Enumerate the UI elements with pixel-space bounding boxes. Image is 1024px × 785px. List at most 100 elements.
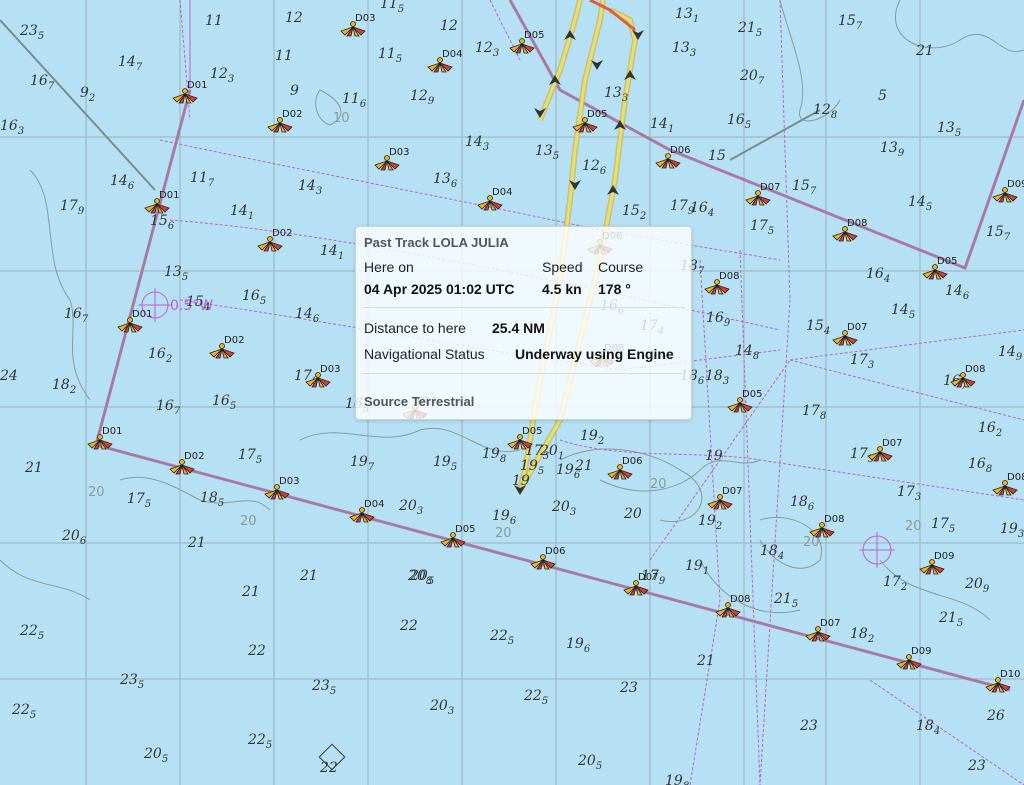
buoy-label: D05 xyxy=(522,426,542,437)
depth-sounding: 11 xyxy=(205,13,223,29)
depth-sounding: 198 xyxy=(665,773,689,785)
buoy-icon[interactable]: D04 xyxy=(427,49,462,73)
depth-sounding: 165 xyxy=(242,288,266,307)
buoy-icon[interactable]: D05 xyxy=(922,256,957,280)
buoy-label: D05 xyxy=(455,524,475,535)
buoy-label: D02 xyxy=(272,228,292,239)
buoy-icon[interactable]: D03 xyxy=(374,147,409,171)
depth-sounding: 135 xyxy=(164,264,188,283)
depth-sounding: 21 xyxy=(915,43,934,59)
depth-sounding: 207 xyxy=(739,68,765,87)
buoy-icon[interactable]: D08 xyxy=(704,271,739,295)
buoy-icon[interactable]: D05 xyxy=(509,30,544,54)
buoy-label: D06 xyxy=(670,145,690,156)
buoy-label: D03 xyxy=(389,147,409,158)
distance-value: 25.4 NM xyxy=(492,320,545,336)
depth-sounding: 175 xyxy=(750,218,774,237)
buoy-icon[interactable]: D07 xyxy=(867,438,902,462)
depth-sounding: 196 xyxy=(492,508,517,527)
distance-label: Distance to here xyxy=(364,320,466,336)
popup-title: Past Track LOLA JULIA xyxy=(364,235,509,250)
buoy-icon[interactable]: D09 xyxy=(992,179,1024,203)
contour-label: 10 xyxy=(333,111,350,126)
depth-sounding: 5 xyxy=(878,88,887,104)
depth-sounding: 178 xyxy=(802,403,826,422)
buoy-label: D02 xyxy=(184,451,204,462)
depth-sounding: 165 xyxy=(212,393,236,412)
buoy-icon[interactable]: D08 xyxy=(809,514,844,538)
depth-sounding: 129 xyxy=(410,88,435,107)
speed-value: 4.5 kn xyxy=(542,281,582,297)
buoy-icon[interactable]: D01 xyxy=(87,426,122,450)
buoy-icon[interactable]: D01 xyxy=(144,190,179,214)
buoy-icon[interactable]: D09 xyxy=(896,646,931,670)
depth-sounding: 115 xyxy=(378,46,402,65)
buoy-icon[interactable]: D02 xyxy=(267,109,302,133)
buoy-icon[interactable]: D06 xyxy=(607,456,642,480)
depth-sounding: 92 xyxy=(80,85,95,104)
buoy-icon[interactable]: D02 xyxy=(209,335,244,359)
track-info-popup[interactable]: Past Track LOLA JULIA Here on 04 Apr 202… xyxy=(355,226,692,420)
buoy-icon[interactable]: D04 xyxy=(349,499,384,523)
depth-sounding: 116 xyxy=(342,91,367,110)
buoy-label: D09 xyxy=(934,551,954,562)
buoy-label: D01 xyxy=(159,190,179,201)
buoy-icon[interactable]: D08 xyxy=(992,472,1024,496)
buoy-icon[interactable]: D07 xyxy=(805,618,840,642)
depth-sounding: 205 xyxy=(143,746,168,765)
buoy-icon[interactable]: D03 xyxy=(264,476,299,500)
buoy-icon[interactable]: D07 xyxy=(707,486,742,510)
depth-sounding: 225 xyxy=(19,623,44,642)
depth-sounding: 215 xyxy=(737,20,762,39)
depth-sounding: 23 xyxy=(619,680,638,696)
buoy-label: D08 xyxy=(1007,472,1024,483)
source-label: Source xyxy=(364,394,409,409)
depth-sounding: 20 xyxy=(623,506,642,522)
buoy-icon[interactable]: D05 xyxy=(440,524,475,548)
depth-sounding: 115 xyxy=(380,0,404,15)
buoy-icon[interactable]: D01 xyxy=(117,309,152,333)
depth-sounding: 225 xyxy=(247,732,272,751)
depth-sounding: 183 xyxy=(705,368,729,387)
buoy-icon[interactable]: D03 xyxy=(340,13,375,37)
depth-sounding: 167 xyxy=(64,306,89,325)
depth-sounding: 22 xyxy=(319,760,338,776)
depth-sounding: 192 xyxy=(698,513,722,532)
depth-sounding: 141 xyxy=(230,203,254,222)
buoy-icon[interactable]: D08 xyxy=(832,218,867,242)
buoy-icon[interactable]: D04 xyxy=(477,187,512,211)
depth-sounding: 157 xyxy=(986,224,1011,243)
source-value: Terrestrial xyxy=(411,394,475,409)
buoy-label: D07 xyxy=(760,182,780,193)
depth-sounding: 173 xyxy=(850,352,874,371)
depth-sounding: 11 xyxy=(275,48,293,64)
buoy-label: D06 xyxy=(622,456,642,467)
buoy-icon[interactable]: D02 xyxy=(169,451,204,475)
depth-sounding: 209 xyxy=(964,576,990,595)
buoy-label: D01 xyxy=(132,309,152,320)
depth-sounding: 193 xyxy=(1000,521,1024,540)
buoy-icon[interactable]: D09 xyxy=(919,551,954,575)
depth-sounding: 198 xyxy=(482,446,506,465)
depth-sounding: 21 xyxy=(187,535,206,551)
buoy-label: D06 xyxy=(545,546,565,557)
buoy-icon[interactable]: D07 xyxy=(832,322,867,346)
buoy-icon[interactable]: D06 xyxy=(530,546,565,570)
buoy-label: D08 xyxy=(730,594,750,605)
depth-sounding: 145 xyxy=(891,302,915,321)
buoy-icon[interactable]: D10 xyxy=(985,669,1020,693)
depth-sounding: 165 xyxy=(727,112,751,131)
depth-sounding: 215 xyxy=(773,591,798,610)
depth-sounding: 205 xyxy=(577,753,602,772)
depth-sounding: 173 xyxy=(897,484,921,503)
buoy-icon[interactable]: D02 xyxy=(257,228,292,252)
depth-sounding: 131 xyxy=(675,6,699,25)
buoy-label: D01 xyxy=(187,80,207,91)
depth-sounding: 139 xyxy=(880,140,905,159)
depth-sounding: 21 xyxy=(574,458,593,474)
depth-sounding: 9 xyxy=(290,83,299,99)
depth-sounding: 141 xyxy=(320,243,344,262)
buoy-label: D03 xyxy=(320,364,340,375)
depth-sounding: 21 xyxy=(241,584,260,600)
depth-sounding: 15 xyxy=(708,148,726,164)
